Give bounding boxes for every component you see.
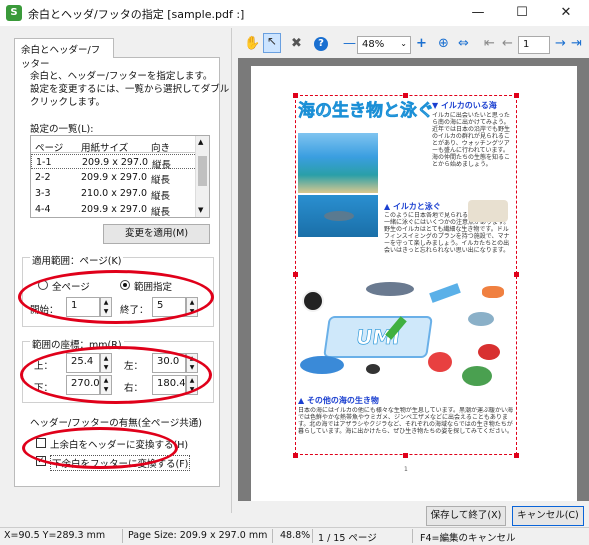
resize-handle[interactable] [293, 272, 298, 277]
zoom-value: 48% [362, 39, 385, 50]
dolphin-illustration [300, 356, 344, 374]
status-separator [272, 529, 273, 543]
doc-section-2: ▲ イルカと泳ぐ [384, 202, 441, 211]
cursor-coordinates: X=90.5 Y=289.3 mm [4, 530, 106, 541]
doc-main-title: 海の生き物と泳ぐ [298, 101, 435, 122]
highlight-ellipse-margins [20, 346, 212, 404]
cell-page: 1-1 [36, 157, 52, 168]
cell-orient: 縦長 [151, 175, 171, 186]
status-separator [412, 529, 413, 543]
status-separator [122, 529, 123, 543]
dolphin-shape [324, 211, 354, 221]
resize-handle[interactable] [293, 453, 298, 458]
hand-tool-icon[interactable]: ✋ [244, 36, 260, 51]
minimize-button[interactable]: — [456, 0, 500, 26]
list-scrollbar[interactable]: ▲ ▼ [195, 136, 209, 217]
resize-handle[interactable] [514, 453, 519, 458]
cancel-button[interactable]: キャンセル(C) [512, 506, 584, 526]
resize-handle[interactable] [514, 272, 519, 277]
zoom-out-icon[interactable]: — [343, 36, 356, 51]
scroll-down-icon[interactable]: ▼ [198, 206, 203, 214]
cell-page: 3-3 [35, 188, 51, 199]
shrimp-illustration [482, 286, 504, 298]
close-button[interactable]: ✕ [544, 0, 588, 26]
page-footer-number: 1 [404, 466, 408, 473]
cell-size: 209.9 x 297.0 [81, 172, 148, 183]
next-page-icon[interactable]: → [555, 36, 566, 51]
zoom-in-icon[interactable]: + [416, 36, 427, 51]
turtle-illustration [462, 366, 492, 386]
list-header: ページ 用紙サイズ 向き [31, 138, 197, 154]
status-separator [312, 529, 313, 543]
highlight-ellipse-range [18, 270, 214, 324]
doc-text-block [380, 140, 430, 190]
sea-photo [298, 133, 378, 193]
col-size: 用紙サイズ [81, 143, 129, 154]
dolphin-photo [298, 195, 378, 237]
last-page-icon[interactable]: ⇥ [571, 36, 582, 51]
keyboard-hint: F4=編集のキャンセル [420, 533, 516, 544]
zoom-level: 48.8% [280, 530, 311, 541]
cell-orient: 縦長 [152, 160, 172, 171]
whale-illustration [366, 282, 414, 296]
cell-orient: 縦長 [151, 191, 171, 202]
penguin-illustration [302, 290, 324, 312]
crab-illustration [428, 352, 452, 372]
chevron-down-icon: ⌄ [400, 39, 407, 48]
save-and-exit-button[interactable]: 保存して終了(X) [426, 506, 506, 526]
cell-orient: 縦長 [151, 207, 171, 218]
page-size: Page Size: 209.9 x 297.0 mm [128, 530, 268, 541]
fish-illustration [468, 312, 494, 326]
cell-page: 4-4 [35, 204, 51, 215]
list-item[interactable]: 1-1 209.9 x 297.0 縦長 [31, 154, 197, 171]
first-page-icon[interactable]: ⇤ [484, 36, 495, 51]
resize-handle[interactable] [403, 453, 408, 458]
doc-paragraph: 日本の海にはイルカの他にも様々な生物が生息しています。黒潮が運ぶ暖かい海では色鮮… [298, 407, 514, 435]
list-item[interactable]: 3-3 210.0 x 297.0 縦長 [31, 186, 197, 202]
doc-section-1: ▼ イルカのいる海 [432, 101, 497, 110]
settings-list[interactable]: ページ 用紙サイズ 向き 1-1 209.9 x 297.0 縦長 2-2 20… [30, 135, 210, 218]
umi-logo: UMI [323, 316, 433, 358]
cell-size: 209.9 x 297.0 [81, 204, 148, 215]
highlight-ellipse-header-footer [22, 427, 178, 469]
cell-page: 2-2 [35, 172, 51, 183]
settings-list-label: 設定の一覧(L): [30, 124, 94, 135]
cell-size: 209.9 x 297.0 [82, 157, 149, 168]
range-title: 適用範囲：ページ(K) [30, 253, 124, 267]
col-page: ページ [35, 143, 64, 154]
col-orient: 向き [151, 143, 171, 154]
delete-icon[interactable]: ✖ [291, 36, 302, 51]
illustration-boat [468, 200, 508, 222]
maximize-button[interactable]: ☐ [500, 0, 544, 26]
doc-paragraph: イルカに出会いたいと思ったら南の海に出かけてみよう。近年では日本の沿岸でも野生の… [432, 112, 511, 168]
page-count: 1 / 15 ページ [318, 533, 377, 544]
cell-size: 210.0 x 297.0 [81, 188, 148, 199]
page-number-input[interactable]: 1 [518, 36, 550, 54]
scroll-thumb[interactable] [198, 156, 207, 186]
apply-changes-button[interactable]: 変更を適用(M) [103, 224, 210, 244]
tab-margins-header-footer[interactable]: 余白とヘッダー/フッター [14, 38, 114, 70]
scroll-up-icon[interactable]: ▲ [198, 138, 203, 146]
select-tool-icon[interactable]: ↖ [263, 33, 281, 53]
instruction-line-2: 設定を変更するには、一覧から選択してダブル [30, 84, 230, 95]
title-bar: S 余白とヘッダ/フッタの指定 [sample.pdf :] — ☐ ✕ [0, 0, 589, 26]
help-icon[interactable]: ? [314, 37, 328, 51]
fit-page-icon[interactable]: ⊕ [438, 36, 449, 51]
instruction-line-3: クリックします。 [30, 97, 106, 108]
small-fish-illustration [366, 364, 380, 374]
doc-section-3: ▲ その他の海の生き物 [298, 396, 379, 405]
prev-page-icon[interactable]: ← [502, 36, 513, 51]
zoom-select[interactable]: 48% ⌄ [357, 36, 411, 54]
red-fish-illustration [478, 344, 500, 360]
resize-handle[interactable] [514, 93, 519, 98]
window-title: 余白とヘッダ/フッタの指定 [sample.pdf :] [28, 8, 245, 21]
instruction-line-1: 余白と、ヘッダー/フッターを指定します。 [30, 71, 213, 82]
fit-width-icon[interactable]: ⇔ [458, 36, 469, 51]
list-item[interactable]: 2-2 209.9 x 297.0 縦長 [31, 170, 197, 186]
list-item[interactable]: 4-4 209.9 x 297.0 縦長 [31, 202, 197, 218]
app-icon: S [6, 5, 22, 21]
